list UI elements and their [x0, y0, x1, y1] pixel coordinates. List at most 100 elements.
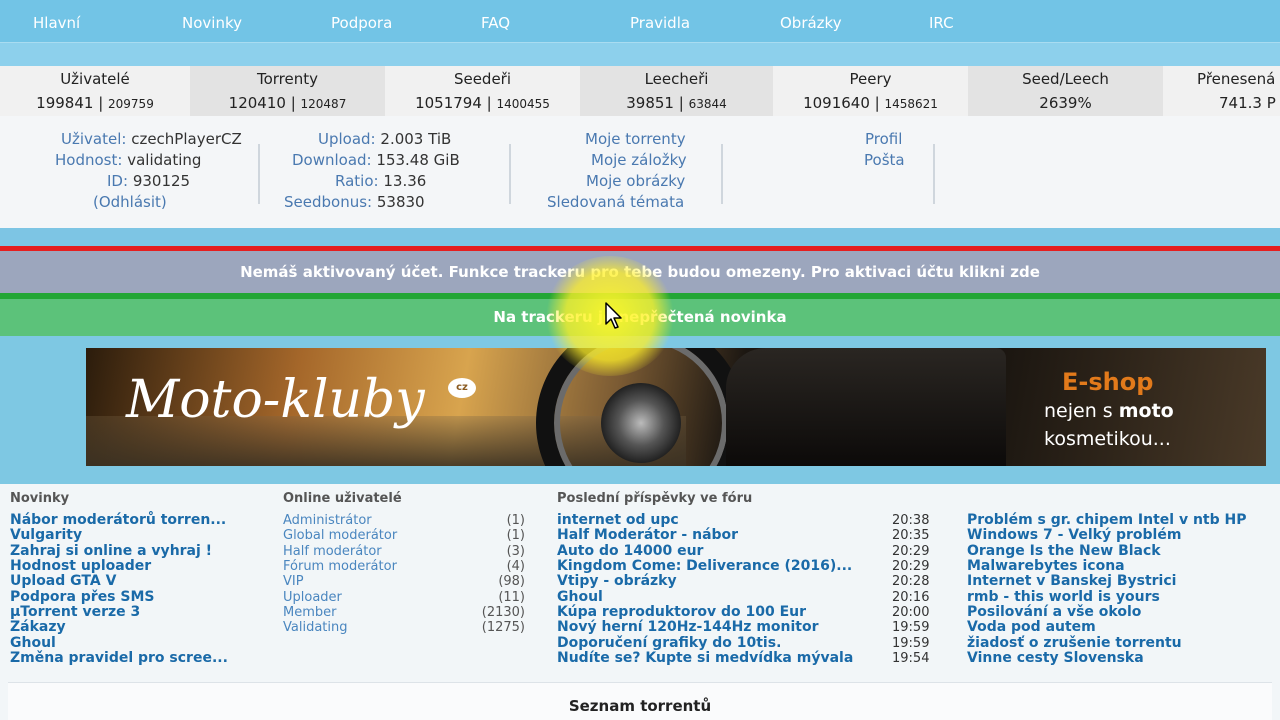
news-item[interactable]: µTorrent verze 3	[10, 604, 140, 620]
forum-post-time: 20:29	[892, 543, 930, 559]
download-value: 153.48 GiB	[376, 151, 460, 169]
forum-post-link[interactable]: Nudíte se? Kupte si medvídka mývala	[557, 650, 853, 666]
forum-post-link[interactable]: Problém s gr. chipem Intel v ntb HP	[967, 512, 1247, 528]
stat-label: Leecheři	[644, 70, 709, 88]
my-torrents-link[interactable]: Moje torrenty	[585, 130, 686, 148]
download-label: Download:	[292, 151, 372, 169]
online-role-count: (4)	[506, 559, 525, 575]
id-row: ID: 930125	[107, 172, 190, 190]
divider	[721, 144, 723, 204]
online-role-count: (11)	[498, 589, 525, 605]
username-label: Uživatel:	[61, 130, 127, 148]
banner-bike-body	[726, 348, 1006, 466]
stat-users: Uživatelé 199841 | 209759	[0, 66, 190, 116]
forum-post-link[interactable]: Ghoul	[557, 589, 603, 605]
nav-obrazky[interactable]: Obrázky	[780, 14, 842, 32]
nav-faq[interactable]: FAQ	[481, 14, 510, 32]
news-item[interactable]: Hodnost uploader	[10, 558, 151, 574]
online-role-link[interactable]: Administrátor	[283, 513, 372, 528]
news-item[interactable]: Změna pravidel pro scree...	[10, 650, 228, 666]
banner-line2-a: nejen s	[1044, 400, 1119, 422]
news-item[interactable]: Zákazy	[10, 619, 66, 635]
forum-post-link[interactable]: Windows 7 - Velký problém	[967, 527, 1181, 543]
news-item[interactable]: Nábor moderátorů torren...	[10, 512, 226, 528]
online-role-link[interactable]: Uploader	[283, 590, 342, 605]
forum-post-time: 20:28	[892, 574, 930, 590]
banner-line3: kosmetikou...	[1044, 428, 1171, 450]
forum-post-link[interactable]: internet od upc	[557, 512, 679, 528]
forum-post-time: 19:59	[892, 620, 930, 636]
forum-post-link[interactable]: Malwarebytes icona	[967, 558, 1125, 574]
stat-value: 199841 | 209759	[36, 94, 154, 112]
banner-logo: Moto-kluby	[126, 370, 425, 430]
divider	[509, 144, 511, 204]
stat-transferred: Přenesená 741.3 P	[1163, 66, 1280, 116]
nav-irc[interactable]: IRC	[929, 14, 954, 32]
download-row: Download: 153.48 GiB	[292, 151, 460, 169]
profile-link[interactable]: Profil	[865, 130, 902, 148]
forum-post-link[interactable]: žiadosť o zrušenie torrentu	[967, 635, 1182, 651]
seedbonus-row: Seedbonus: 53830	[284, 193, 425, 211]
forum-post-link[interactable]: Auto do 14000 eur	[557, 543, 703, 559]
stat-main: 1051794	[415, 94, 482, 112]
stat-main: 39851	[626, 94, 674, 112]
forum-post-link[interactable]: Half Moderátor - nábor	[557, 527, 738, 543]
stat-label: Peery	[849, 70, 892, 88]
mail-link[interactable]: Pošta	[864, 151, 905, 169]
online-role-link[interactable]: Half moderátor	[283, 544, 382, 559]
nav-separator-strip	[0, 42, 1280, 66]
forum-post-link[interactable]: Voda pod autem	[967, 619, 1096, 635]
forum-post-time: 19:54	[892, 651, 930, 667]
forum-post-link[interactable]: Internet v Banskej Bystrici	[967, 573, 1176, 589]
stat-value: 39851 | 63844	[626, 94, 727, 112]
forum-post-link[interactable]: Kúpa reproduktorov do 100 Eur	[557, 604, 806, 620]
online-role-count: (1)	[506, 513, 525, 528]
moto-kluby-banner[interactable]: Moto-kluby cz E-shop nejen s moto kosmet…	[86, 348, 1266, 466]
news-item[interactable]: Upload GTA V	[10, 573, 116, 589]
upload-label: Upload:	[318, 130, 376, 148]
stat-main: 120410	[228, 94, 286, 112]
forum-post-link[interactable]: Vinne cesty Slovenska	[967, 650, 1144, 666]
forum-post-link[interactable]: Posilování a vše okolo	[967, 604, 1141, 620]
news-item[interactable]: Zahraj si online a vyhraj !	[10, 543, 212, 559]
forum-post-link[interactable]: rmb - this world is yours	[967, 589, 1160, 605]
seedbonus-label: Seedbonus:	[284, 193, 373, 211]
news-item[interactable]: Podpora přes SMS	[10, 589, 155, 605]
forum-post-link[interactable]: Orange Is the New Black	[967, 543, 1161, 559]
online-role-link[interactable]: VIP	[283, 574, 304, 589]
online-role-link[interactable]: Member	[283, 605, 336, 620]
unread-news-alert[interactable]: Na trackeru je nepřečtená novinka	[0, 299, 1280, 336]
rank-value: validating	[127, 151, 202, 169]
logout-link[interactable]: (Odhlásit)	[93, 193, 167, 211]
stat-value: 1091640 | 1458621	[803, 94, 938, 112]
banner-wheel-hub	[601, 383, 681, 463]
forum-post-link[interactable]: Doporučení grafiky do 10tis.	[557, 635, 781, 651]
nav-pravidla[interactable]: Pravidla	[630, 14, 690, 32]
watched-topics-link[interactable]: Sledovaná témata	[547, 193, 684, 211]
stat-sub: 63844	[688, 97, 727, 111]
top-navigation: Hlavní Novinky Podpora FAQ Pravidla Obrá…	[0, 0, 1280, 42]
news-item[interactable]: Vulgarity	[10, 527, 82, 543]
news-item[interactable]: Ghoul	[10, 635, 56, 651]
stat-sub: 209759	[108, 97, 154, 111]
nav-podpora[interactable]: Podpora	[331, 14, 392, 32]
my-bookmarks-link[interactable]: Moje záložky	[591, 151, 687, 169]
news-heading: Novinky	[10, 491, 70, 506]
online-role-link[interactable]: Global moderátor	[283, 528, 397, 543]
stat-peers: Peery 1091640 | 1458621	[773, 66, 968, 116]
forum-post-link[interactable]: Kingdom Come: Deliverance (2016)...	[557, 558, 852, 574]
upload-row: Upload: 2.003 TiB	[318, 130, 451, 148]
stat-value: 2639%	[1039, 94, 1092, 112]
stat-seed-leech: Seed/Leech 2639%	[968, 66, 1163, 116]
account-not-activated-alert[interactable]: Nemáš aktivovaný účet. Funkce trackeru p…	[0, 251, 1280, 293]
nav-hlavni[interactable]: Hlavní	[33, 14, 80, 32]
nav-novinky[interactable]: Novinky	[182, 14, 242, 32]
stat-leechers: Leecheři 39851 | 63844	[580, 66, 773, 116]
stat-label: Torrenty	[256, 70, 319, 88]
online-role-link[interactable]: Fórum moderátor	[283, 559, 397, 574]
my-images-link[interactable]: Moje obrázky	[586, 172, 685, 190]
forum-post-link[interactable]: Vtipy - obrázky	[557, 573, 677, 589]
online-role-link[interactable]: Validating	[283, 620, 348, 635]
forum-posts-heading: Poslední příspěvky ve fóru	[557, 491, 753, 506]
forum-post-link[interactable]: Nový herní 120Hz-144Hz monitor	[557, 619, 819, 635]
